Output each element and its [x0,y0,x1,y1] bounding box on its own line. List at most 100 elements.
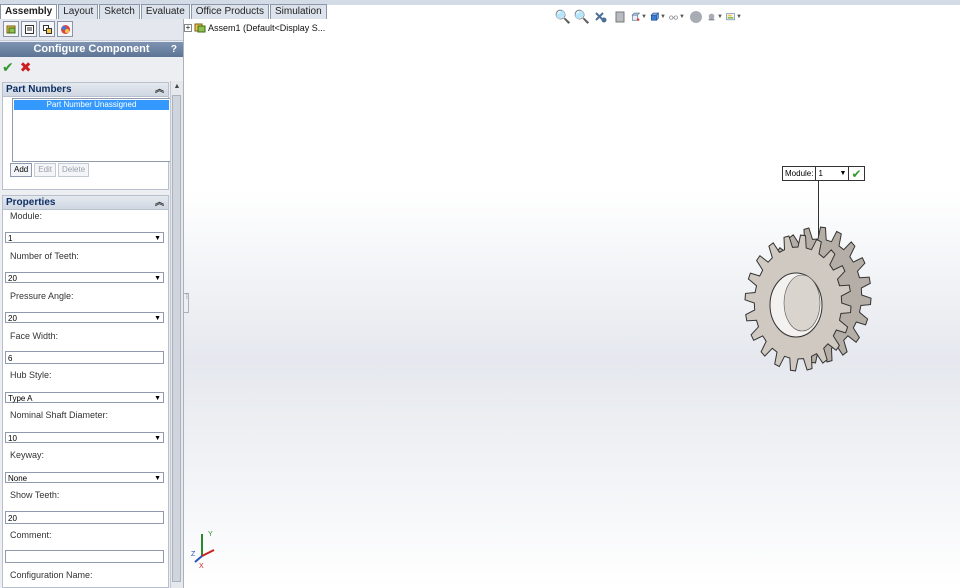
view-settings-icon[interactable]: ▼ [726,9,742,25]
collapse-icon[interactable]: ︽ [155,83,164,96]
teeth-label: Number of Teeth: [10,251,79,261]
scroll-up-icon[interactable]: ▲ [171,81,183,93]
chevron-down-icon: ▼ [154,235,161,242]
comment-input[interactable] [5,550,164,563]
feature-manager-icon[interactable] [3,21,19,37]
scroll-thumb[interactable] [172,95,181,582]
assembly-icon [194,23,206,33]
manager-icons [0,19,183,41]
chevron-down-icon[interactable]: ▼ [736,14,742,20]
configuration-manager-icon[interactable] [39,21,55,37]
triad-z-label: Z [191,551,196,558]
configuration-name-label: Configuration Name: [10,570,93,580]
hub-style-value: Type A [8,394,33,403]
module-value: 1 [8,234,13,243]
tab-evaluate[interactable]: Evaluate [140,4,190,19]
chevron-down-icon[interactable]: ▼ [641,14,647,20]
list-item[interactable]: Part Number Unassigned [14,100,169,110]
previous-view-icon[interactable] [593,9,609,25]
heads-up-toolbar: 🔍 🔍 ▼ ▼ ▼ ▼ ▼ [555,9,742,25]
property-manager-panel: Configure Component ? ✔ ✖ Part Numbers ︽… [0,19,184,588]
chevron-down-icon[interactable]: ▼ [717,14,723,20]
help-icon[interactable]: ? [171,42,177,57]
edit-button[interactable]: Edit [34,163,57,177]
chevron-down-icon: ▼ [154,435,161,442]
ok-cancel-bar: ✔ ✖ [2,59,31,75]
pressure-angle-value: 20 [8,314,17,323]
chevron-down-icon: ▼ [839,170,847,177]
properties-header[interactable]: Properties ︽ [3,196,168,210]
part-numbers-header[interactable]: Part Numbers ︽ [3,83,168,97]
gear-bore-inner [783,274,821,332]
edit-appearance-icon[interactable] [688,9,704,25]
shaft-diameter-select[interactable]: 10 ▼ [5,432,164,443]
show-teeth-label: Show Teeth: [10,490,60,500]
part-numbers-header-label: Part Numbers [6,84,72,95]
confirm-icon[interactable]: ✔ [849,167,863,181]
callout-value: 1 [818,169,823,178]
keyway-label: Keyway: [10,450,45,460]
face-width-label: Face Width: [10,331,59,341]
panel-splitter[interactable]: ⋮ [183,293,190,313]
property-manager-icon[interactable] [21,21,37,37]
pressure-angle-select[interactable]: 20 ▼ [5,312,164,323]
chevron-down-icon: ▼ [154,315,161,322]
chevron-down-icon[interactable]: ▼ [679,14,685,20]
panel-scrollbar[interactable]: ▲ [170,81,183,588]
add-button[interactable]: Add [10,163,33,177]
chevron-down-icon[interactable]: ▼ [660,14,666,20]
z-axis [194,555,203,563]
part-number-buttons: Add Edit Delete [10,163,90,177]
property-manager-title: Configure Component ? [0,42,183,57]
reference-triad: Y Z X [191,531,215,570]
face-width-input[interactable]: 6 [5,351,164,364]
title-text: Configure Component [33,43,150,55]
pressure-angle-label: Pressure Angle: [10,291,74,301]
gear-model[interactable] [730,225,880,380]
feature-tree-root[interactable]: + Assem1 (Default<Display S... [184,22,325,33]
teeth-select[interactable]: 20 ▼ [5,272,164,283]
tree-root-label: Assem1 (Default<Display S... [208,22,326,33]
hub-style-select[interactable]: Type A ▼ [5,392,164,403]
tab-simulation[interactable]: Simulation [269,4,327,19]
chevron-down-icon: ▼ [154,275,161,282]
module-label: Module: [10,211,43,221]
callout-label: Module: [783,167,817,180]
part-number-list[interactable]: Part Number Unassigned [12,98,171,162]
module-select[interactable]: 1 ▼ [5,232,164,243]
part-numbers-group: Part Numbers ︽ Part Number Unassigned Ad… [2,82,171,190]
zoom-to-area-icon[interactable]: 🔍 [574,9,590,25]
section-view-icon[interactable] [612,9,628,25]
x-axis [201,549,215,557]
hide-show-items-icon[interactable]: ▼ [669,9,685,25]
zoom-to-fit-icon[interactable]: 🔍 [555,9,571,25]
triad-x-label: X [199,563,204,570]
keyway-select[interactable]: None ▼ [5,472,164,483]
display-style-icon[interactable]: ▼ [650,9,666,25]
shaft-diameter-value: 10 [8,434,17,443]
show-teeth-input[interactable]: 20 [5,511,164,524]
tab-office-products[interactable]: Office Products [190,4,269,19]
properties-header-label: Properties [6,197,56,208]
delete-button[interactable]: Delete [58,163,90,177]
hub-style-label: Hub Style: [10,370,52,380]
view-orientation-icon[interactable]: ▼ [631,9,647,25]
callout-module-select[interactable]: 1 ▼ [816,167,850,180]
teeth-value: 20 [8,274,17,283]
module-callout: Module: 1 ▼ ✔ [782,166,865,181]
tab-sketch[interactable]: Sketch [99,4,140,19]
comment-label: Comment: [10,530,52,540]
apply-scene-icon[interactable]: ▼ [707,9,723,25]
chevron-down-icon: ▼ [154,475,161,482]
display-manager-icon[interactable] [57,21,73,37]
command-manager-tabs: Assembly Layout Sketch Evaluate Office P… [0,4,328,20]
tab-layout[interactable]: Layout [58,4,99,19]
cancel-icon[interactable]: ✖ [20,59,32,75]
shaft-diameter-label: Nominal Shaft Diameter: [10,410,109,420]
collapse-icon[interactable]: ︽ [155,196,164,209]
ok-icon[interactable]: ✔ [2,59,14,75]
triad-y-label: Y [208,531,213,538]
keyway-value: None [8,474,28,483]
tab-assembly[interactable]: Assembly [0,4,58,20]
expand-icon[interactable]: + [184,23,192,32]
